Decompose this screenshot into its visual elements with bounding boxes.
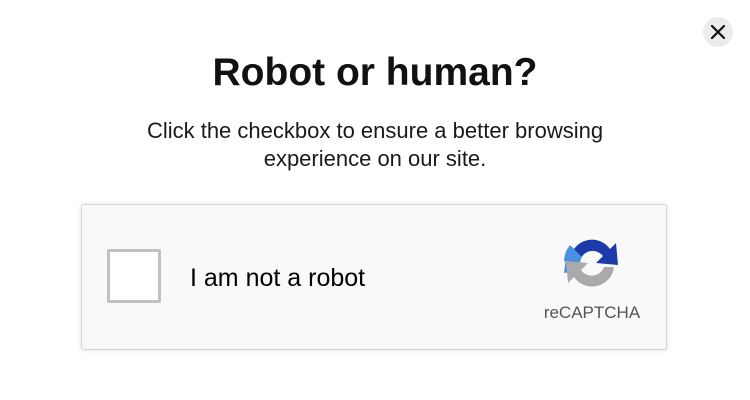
not-robot-label: I am not a robot [190, 264, 366, 292]
close-icon [710, 24, 726, 40]
dialog-title: Robot or human? [212, 51, 538, 94]
close-button[interactable] [703, 17, 733, 47]
recaptcha-widget: I am not a robot reCAPTCHA [81, 204, 667, 350]
recaptcha-brand-text: reCAPTCHA [543, 303, 641, 322]
not-robot-checkbox[interactable] [107, 249, 161, 303]
dialog-subtitle: Click the checkbox to ensure a better br… [146, 118, 604, 171]
robot-check-dialog: Robot or human? Click the checkbox to en… [0, 0, 750, 400]
recaptcha-logo-icon [564, 239, 618, 287]
